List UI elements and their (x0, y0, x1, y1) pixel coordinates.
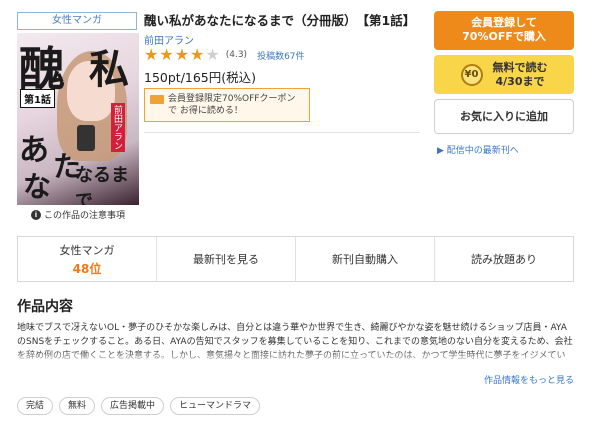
tag-chip[interactable]: 広告掲載中 (101, 397, 165, 415)
free-read-button[interactable]: ¥0 無料で読む 4/30まで (434, 55, 574, 94)
unlimited-label: 読み放題あり (471, 253, 537, 266)
rating-value: (4.3) (225, 50, 248, 60)
latest-volume-link[interactable]: ▶ 配信中の最新刊へ (437, 143, 519, 156)
tag-list: 完結 無料 広告掲載中 ヒューマンドラマ (17, 397, 261, 415)
genre-tag[interactable]: 女性マンガ (17, 12, 137, 30)
latest-volume-cell-label: 最新刊を見る (193, 253, 259, 266)
unlimited-cell[interactable]: 読み放題あり (435, 237, 573, 281)
star-icon: ★ (144, 45, 159, 64)
free-read-line1: 無料で読む (492, 60, 548, 74)
auto-purchase-label: 新刊自動購入 (332, 253, 398, 266)
register-button-line2: 70%OFFで購入 (462, 30, 546, 43)
star-icon: ★ (159, 45, 174, 64)
cover-title-char: 私 (89, 46, 129, 93)
star-icon: ★ (174, 45, 190, 64)
add-favorite-button[interactable]: お気に入りに追加 (434, 99, 574, 134)
description-fade (17, 350, 574, 364)
star-rating: ★ ★ ★ ★ ★ (144, 47, 220, 63)
register-purchase-button[interactable]: 会員登録して 70%OFFで購入 (434, 11, 574, 50)
genre-rank-label: 女性マンガ (59, 243, 115, 257)
cover-title-char: な (23, 170, 52, 203)
genre-rank-value: 48位 (72, 261, 102, 276)
star-icon: ★ (205, 45, 220, 64)
description-heading: 作品内容 (17, 299, 73, 315)
book-cover[interactable]: 醜 私 第1話 前田アラン あ た な なるまで (17, 33, 139, 205)
tag-chip[interactable]: 完結 (17, 397, 54, 415)
auto-purchase-cell[interactable]: 新刊自動購入 (296, 237, 435, 281)
tag-chip[interactable]: 無料 (59, 397, 96, 415)
star-icon: ★ (190, 45, 205, 64)
latest-volume-label: 配信中の最新刊へ (446, 146, 519, 156)
coupon-text: 会員登録限定70%OFFクーポンで お得に読める！ (168, 94, 296, 116)
genre-rank-cell[interactable]: 女性マンガ 48位 (18, 237, 157, 281)
coupon-icon (150, 95, 164, 104)
cover-title-char: なるまで (75, 165, 129, 205)
coin-icon: ¥0 (460, 63, 483, 86)
divider (144, 132, 420, 133)
triangle-right-icon: ▶ (437, 146, 447, 156)
coupon-banner[interactable]: 会員登録限定70%OFFクーポンで お得に読める！ (144, 88, 310, 122)
more-info-link[interactable]: 作品情報をもっと見る (484, 373, 574, 386)
cover-title-char: あ (19, 133, 49, 168)
info-icon: i (31, 209, 41, 220)
register-button-line1: 会員登録して (471, 16, 537, 29)
cover-volume-label: 第1話 (20, 89, 55, 108)
caution-link-label: この作品の注意事項 (44, 211, 126, 221)
latest-volume-cell[interactable]: 最新刊を見る (157, 237, 296, 281)
review-count-link[interactable]: 投稿数67件 (257, 49, 304, 62)
cover-author: 前田アラン (111, 103, 125, 152)
rating-row: ★ ★ ★ ★ ★ (4.3) 投稿数67件 (144, 47, 305, 63)
tag-chip[interactable]: ヒューマンドラマ (170, 397, 261, 415)
book-title: 醜い私があなたになるまで（分冊版） 【第1話】 (144, 13, 416, 28)
price: 150pt/165円(税込) (144, 70, 257, 85)
free-read-line2: 4/30まで (495, 74, 545, 88)
stat-bar: 女性マンガ 48位 最新刊を見る 新刊自動購入 読み放題あり (17, 236, 574, 282)
caution-link[interactable]: i この作品の注意事項 (31, 208, 125, 221)
